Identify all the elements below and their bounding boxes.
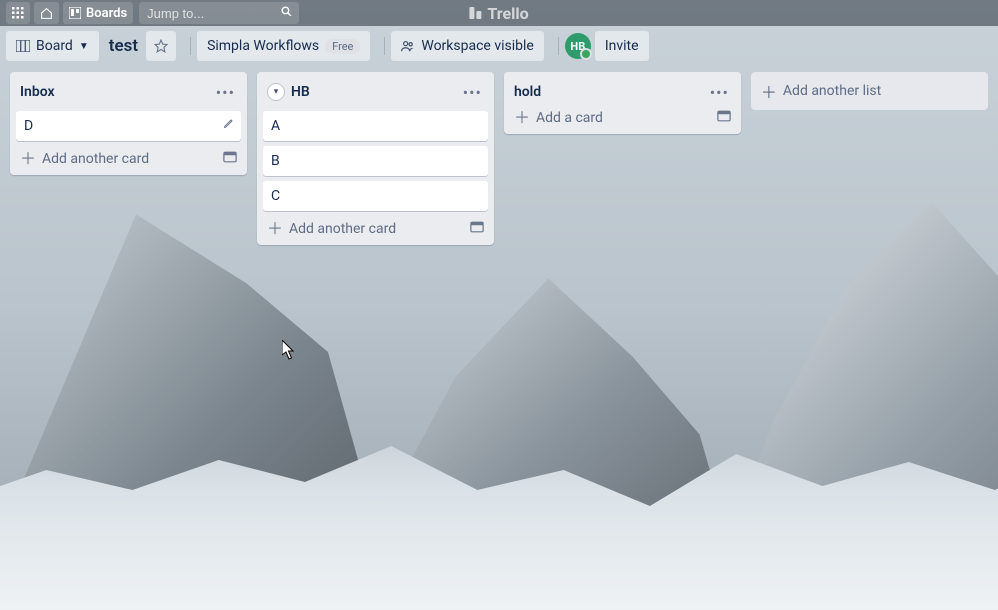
add-card-label: Add another card: [42, 151, 223, 167]
list-inbox: Inbox ••• D ＋ Add another card: [10, 72, 247, 175]
list-title[interactable]: hold: [514, 84, 708, 100]
template-icon: [470, 221, 484, 233]
card[interactable]: B: [263, 146, 488, 176]
list-hb: ▾ HB ••• A B C ＋ Add another card: [257, 72, 494, 245]
add-card-label: Add a card: [536, 110, 717, 126]
mouse-cursor: [282, 340, 294, 358]
template-icon: [717, 110, 731, 122]
grid-icon: [12, 7, 24, 19]
add-list-button[interactable]: ＋ Add another list: [751, 72, 988, 110]
divider: [384, 37, 385, 55]
people-icon: [401, 40, 415, 52]
board-canvas[interactable]: Inbox ••• D ＋ Add another card ▾ HB ••• …: [0, 66, 998, 251]
visibility-button[interactable]: Workspace visible: [391, 31, 543, 61]
free-badge: Free: [325, 39, 360, 54]
card[interactable]: A: [263, 111, 488, 141]
divider: [190, 37, 191, 55]
list-header: hold •••: [510, 78, 735, 106]
global-topbar: Boards Trello: [0, 0, 998, 26]
home-icon: [40, 7, 53, 20]
list-menu-button[interactable]: •••: [461, 83, 484, 102]
plus-icon: ＋: [20, 151, 36, 167]
card-template-button[interactable]: [470, 221, 484, 237]
star-icon: [154, 39, 168, 53]
list-title[interactable]: Inbox: [20, 84, 214, 100]
list-title[interactable]: HB: [291, 84, 461, 100]
boards-button[interactable]: Boards: [63, 2, 133, 24]
card[interactable]: C: [263, 181, 488, 211]
card-title: D: [24, 118, 33, 134]
add-list-label: Add another list: [783, 83, 881, 99]
plus-icon: ＋: [267, 221, 283, 237]
search-input[interactable]: [145, 5, 265, 22]
view-label: Board: [36, 38, 73, 54]
card-template-button[interactable]: [223, 151, 237, 167]
search-icon: [280, 5, 293, 22]
list-header: Inbox •••: [16, 78, 241, 106]
boards-label: Boards: [86, 6, 127, 21]
add-card-button[interactable]: ＋ Add another card: [16, 147, 241, 169]
add-card-button[interactable]: ＋ Add a card: [510, 106, 735, 128]
card-title: C: [271, 188, 280, 204]
powerup-chip[interactable]: Simpla Workflows Free: [197, 31, 370, 61]
plus-icon: ＋: [514, 110, 530, 126]
chevron-down-icon: ▼: [79, 41, 89, 52]
powerup-label: Simpla Workflows: [207, 38, 319, 54]
plus-icon: ＋: [761, 79, 777, 103]
board-icon: [16, 40, 30, 52]
card[interactable]: D: [16, 111, 241, 141]
list-menu-button[interactable]: •••: [708, 83, 731, 102]
member-avatar[interactable]: HB: [565, 33, 591, 59]
trello-glyph-icon: [469, 7, 481, 19]
apps-menu-button[interactable]: [6, 2, 30, 24]
card-title: A: [271, 118, 280, 134]
card-title: B: [271, 153, 280, 169]
jump-search[interactable]: [139, 2, 299, 24]
add-card-button[interactable]: ＋ Add another card: [263, 217, 488, 239]
visibility-label: Workspace visible: [421, 38, 533, 54]
list-header: ▾ HB •••: [263, 78, 488, 106]
brand-logo[interactable]: Trello: [469, 0, 528, 26]
add-card-label: Add another card: [289, 221, 470, 237]
invite-button[interactable]: Invite: [595, 31, 649, 61]
divider: [558, 37, 559, 55]
invite-label: Invite: [605, 38, 639, 54]
board-view-switcher[interactable]: Board ▼: [6, 31, 99, 61]
list-collapse-toggle[interactable]: ▾: [267, 83, 285, 101]
trello-icon: [69, 7, 81, 19]
template-icon: [223, 151, 237, 163]
list-hold: hold ••• ＋ Add a card: [504, 72, 741, 134]
list-menu-button[interactable]: •••: [214, 83, 237, 102]
pencil-icon[interactable]: [223, 117, 235, 132]
home-button[interactable]: [34, 2, 59, 24]
board-title[interactable]: test: [107, 36, 140, 56]
board-header: Board ▼ test Simpla Workflows Free Works…: [0, 26, 998, 66]
star-board-button[interactable]: [146, 31, 176, 61]
card-template-button[interactable]: [717, 110, 731, 126]
brand-name: Trello: [487, 4, 528, 23]
